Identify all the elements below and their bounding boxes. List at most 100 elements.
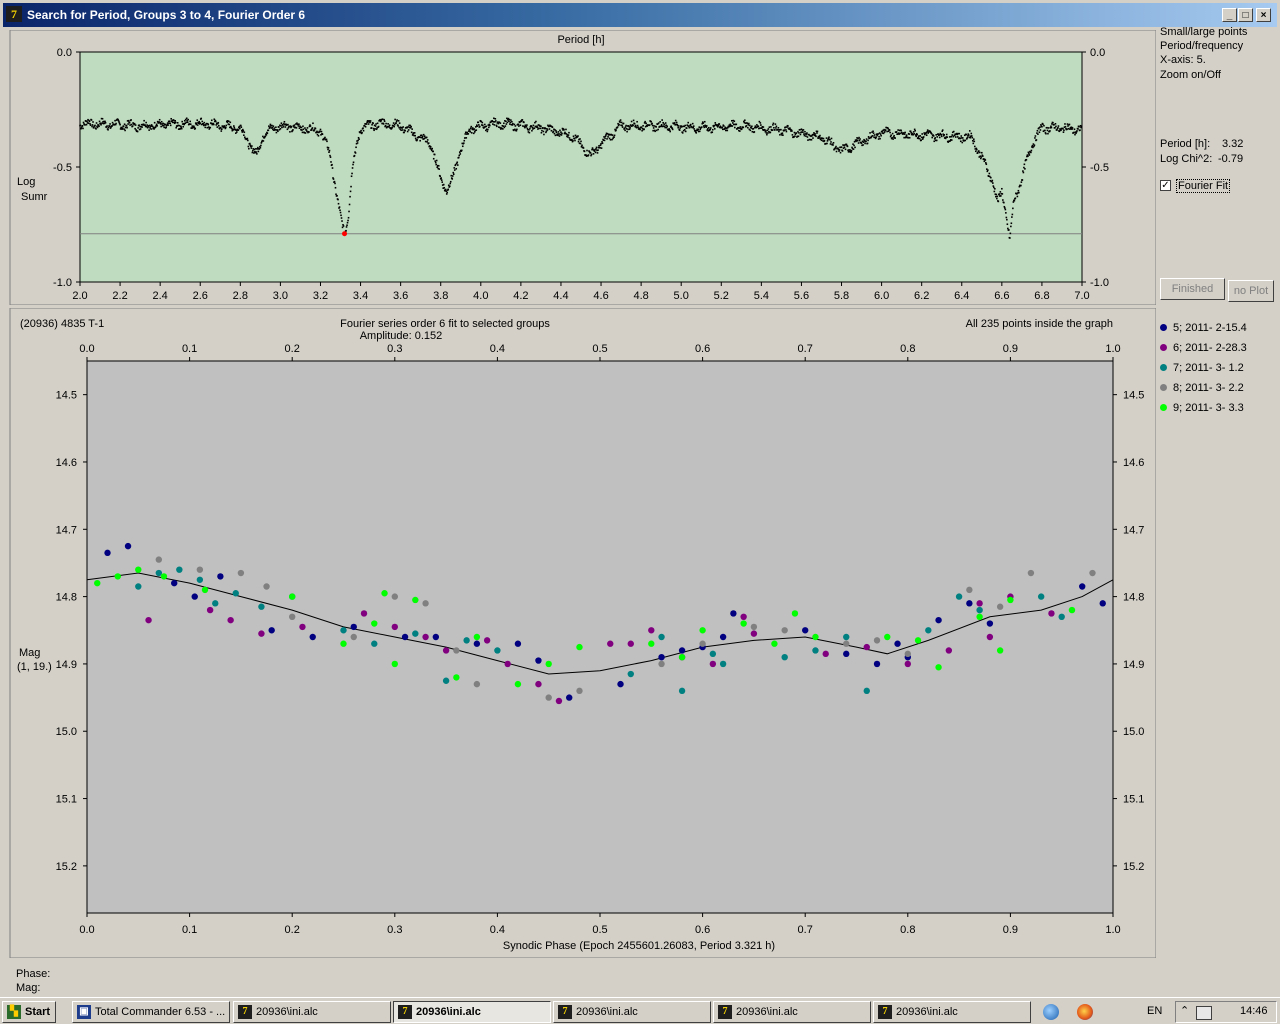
- periodogram-point: [280, 125, 282, 127]
- periodogram-point: [664, 126, 666, 129]
- periodogram-point: [913, 133, 915, 135]
- close-button[interactable]: ×: [1256, 8, 1271, 22]
- periodogram-point: [615, 129, 617, 131]
- periodogram-point: [204, 124, 207, 126]
- periodogram-point: [812, 137, 814, 139]
- periodogram-point: [680, 126, 683, 128]
- periodogram-point: [1011, 216, 1013, 218]
- phase-ylabel: Mag: [19, 647, 40, 659]
- data-point: [863, 687, 870, 695]
- periodogram-point: [952, 130, 955, 133]
- data-point: [719, 633, 727, 641]
- periodogram-point: [653, 125, 655, 127]
- finished-button[interactable]: Finished: [1160, 278, 1225, 300]
- periodogram-point: [574, 139, 576, 142]
- data-point: [217, 573, 224, 580]
- periodogram-point: [1012, 207, 1014, 210]
- periodogram-point: [577, 140, 580, 143]
- data-point: [160, 573, 168, 580]
- periodogram-title: Period [h]: [557, 34, 604, 46]
- data-point: [678, 687, 686, 695]
- periodogram-point: [497, 121, 499, 123]
- periodogram-point: [1031, 144, 1034, 147]
- periodogram-point: [255, 151, 258, 153]
- taskbar-item-ini-4[interactable]: 7 20936\ini.alc: [713, 1001, 871, 1023]
- periodogram-point: [853, 140, 856, 143]
- periodogram-point: [250, 147, 253, 149]
- no-plot-button[interactable]: no Plot: [1228, 280, 1274, 302]
- network-icon[interactable]: [1196, 1006, 1212, 1020]
- taskbar-item-ini-2[interactable]: 7 20936\ini.alc: [393, 1001, 551, 1023]
- periodogram-point: [746, 122, 749, 125]
- periodogram-point: [1011, 213, 1014, 216]
- periodogram-point: [760, 124, 762, 126]
- periodogram-point: [841, 150, 844, 152]
- periodogram-point: [504, 125, 507, 127]
- periodogram-point: [988, 172, 991, 175]
- periodogram-point: [968, 130, 971, 132]
- periodogram-point: [367, 123, 370, 125]
- data-point: [1037, 593, 1045, 600]
- periodogram-point: [826, 142, 828, 145]
- taskbar-item-ini-3[interactable]: 7 20936\ini.alc: [553, 1001, 711, 1023]
- periodogram-point: [798, 132, 800, 134]
- periodogram-point: [124, 129, 126, 132]
- taskbar-item-ini-1[interactable]: 7 20936\ini.alc: [233, 1001, 391, 1023]
- periodogram-point: [329, 154, 331, 157]
- zoom-option[interactable]: Zoom on/Off: [1160, 69, 1221, 81]
- periodogram-point: [884, 129, 887, 131]
- maximize-button[interactable]: □: [1238, 8, 1253, 22]
- periodogram-point: [339, 209, 341, 212]
- periodogram-point: [733, 123, 735, 126]
- firefox-icon[interactable]: [1077, 1004, 1093, 1020]
- phase-y-tick-label: 14.5: [56, 390, 77, 402]
- start-button[interactable]: ▚ Start: [2, 1001, 56, 1023]
- periodogram-point: [603, 139, 606, 142]
- periodogram-point: [1009, 237, 1011, 239]
- periodogram-point: [959, 140, 962, 143]
- periodogram-point: [879, 133, 882, 135]
- periodogram-point: [145, 121, 147, 124]
- periodogram-point: [143, 119, 145, 122]
- data-point: [535, 680, 542, 688]
- language-indicator[interactable]: EN: [1147, 1005, 1162, 1017]
- chevron-up-icon[interactable]: ⌃: [1180, 1004, 1189, 1017]
- phase-y-tick-label-right: 14.8: [1123, 592, 1144, 604]
- periodogram-point: [295, 127, 298, 129]
- period-frequency-option[interactable]: Period/frequency: [1160, 40, 1243, 52]
- taskbar-item-ini-5[interactable]: 7 20936\ini.alc: [873, 1001, 1031, 1023]
- periodogram-point: [903, 136, 905, 139]
- x-axis-option[interactable]: X-axis: 5.: [1160, 54, 1206, 66]
- periodogram-point: [528, 131, 531, 134]
- fourier-fit-checkbox[interactable]: ✓: [1160, 180, 1171, 191]
- periodogram-point: [663, 123, 665, 126]
- periodogram-point: [601, 141, 603, 143]
- periodogram-point: [84, 124, 86, 126]
- data-point: [545, 660, 552, 668]
- phase-curve-chart[interactable]: (20936) 4835 T-1 Fourier series order 6 f…: [0, 308, 1156, 958]
- periodogram-point: [601, 142, 604, 145]
- periodogram-point: [998, 193, 1001, 195]
- periodogram-point: [206, 126, 209, 129]
- taskbar-item-total-commander[interactable]: ▣ Total Commander 6.53 - ...: [72, 1001, 230, 1023]
- legend-item: 6; 2011- 2-28.3: [1160, 342, 1247, 354]
- data-point: [201, 586, 209, 594]
- periodogram-point: [174, 119, 176, 122]
- periodogram-chart[interactable]: Period [h] Log Sumr 2.0 2.2 2.4 2.6 2.8 3.0 3.2 3.…: [0, 30, 1156, 305]
- periodogram-point: [542, 130, 545, 133]
- periodogram-point: [985, 163, 988, 166]
- periodogram-point: [255, 148, 257, 150]
- fourier-fit-label[interactable]: Fourier Fit: [1176, 179, 1231, 193]
- periodogram-point: [909, 130, 912, 133]
- globe-icon[interactable]: [1043, 1004, 1059, 1020]
- periodogram-point: [877, 138, 880, 140]
- periodogram-point: [532, 124, 535, 127]
- periodogram-point: [451, 175, 454, 177]
- periodogram-point: [445, 193, 448, 195]
- minimize-button[interactable]: _: [1222, 8, 1237, 22]
- small-large-points-option[interactable]: Small/large points: [1160, 26, 1247, 38]
- periodogram-point: [935, 139, 938, 142]
- data-point: [289, 593, 296, 600]
- periodogram-point: [865, 140, 867, 142]
- clock[interactable]: 14:46: [1240, 1005, 1268, 1017]
